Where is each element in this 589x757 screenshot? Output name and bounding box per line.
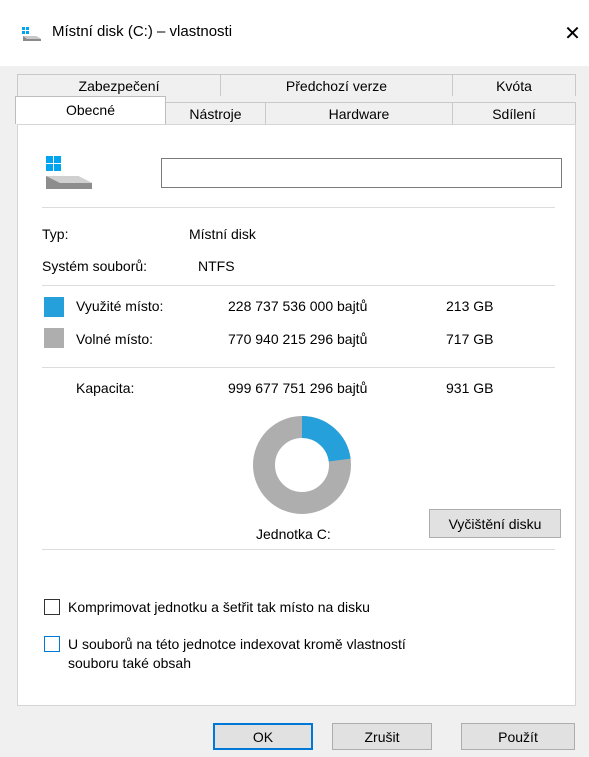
close-button[interactable]: ✕ (556, 14, 589, 52)
drive-icon (46, 156, 92, 189)
apply-button[interactable]: Použít (461, 723, 575, 750)
tab-sharing[interactable]: Sdílení (452, 102, 576, 124)
compress-drive-checkbox[interactable] (44, 599, 60, 615)
compress-drive-label: Komprimovat jednotku a šetřit tak místo … (68, 599, 370, 615)
index-content-label-line1: U souborů na této jednotce indexovat kro… (68, 636, 406, 652)
file-system-value: NTFS (198, 258, 235, 274)
type-label: Typ: (42, 226, 69, 242)
cancel-button[interactable]: Zrušit (332, 723, 432, 750)
separator (42, 367, 555, 368)
capacity-label: Kapacita: (76, 380, 135, 396)
index-content-label-line2: souboru také obsah (68, 655, 191, 671)
free-space-swatch (44, 328, 64, 348)
tab-general[interactable]: Obecné (15, 96, 166, 124)
tab-security[interactable]: Zabezpečení (17, 74, 221, 96)
disk-usage-donut (253, 416, 351, 514)
free-space-bytes: 770 940 215 296 bajtů (228, 331, 368, 347)
tab-label: Obecné (65, 102, 116, 118)
drive-name-input[interactable] (161, 158, 562, 188)
tab-label: Sdílení (492, 106, 536, 122)
tab-label: Hardware (328, 106, 390, 122)
drive-icon (22, 27, 41, 41)
separator (42, 549, 555, 550)
tab-label: Zabezpečení (78, 78, 160, 94)
used-space-bytes: 228 737 536 000 bajtů (228, 298, 368, 314)
free-space-label: Volné místo: (76, 331, 154, 347)
used-space-swatch (44, 297, 64, 317)
tab-previous-versions[interactable]: Předchozí verze (220, 74, 453, 96)
file-system-label: Systém souborů: (42, 258, 148, 274)
title-bar: Místní disk (C:) – vlastnosti ✕ (0, 0, 589, 66)
used-space-gb: 213 GB (446, 298, 494, 314)
separator (42, 207, 555, 208)
used-space-label: Využité místo: (76, 298, 164, 314)
capacity-bytes: 999 677 751 296 bajtů (228, 380, 368, 396)
free-space-gb: 717 GB (446, 331, 494, 347)
window-title: Místní disk (C:) – vlastnosti (52, 23, 233, 40)
separator (42, 285, 555, 286)
index-content-checkbox[interactable] (44, 636, 60, 652)
capacity-gb: 931 GB (446, 380, 494, 396)
tab-hardware[interactable]: Hardware (265, 102, 453, 124)
disk-cleanup-button[interactable]: Vyčištění disku (429, 509, 561, 538)
close-icon: ✕ (564, 22, 581, 45)
drive-letter-label: Jednotka C: (256, 526, 331, 542)
tab-label: Kvóta (496, 78, 532, 94)
tab-label: Předchozí verze (285, 78, 388, 94)
tab-tools[interactable]: Nástroje (165, 102, 266, 124)
tab-label: Nástroje (189, 106, 242, 122)
ok-button[interactable]: OK (213, 723, 313, 750)
type-value: Místní disk (189, 226, 256, 242)
tab-quota[interactable]: Kvóta (452, 74, 576, 96)
